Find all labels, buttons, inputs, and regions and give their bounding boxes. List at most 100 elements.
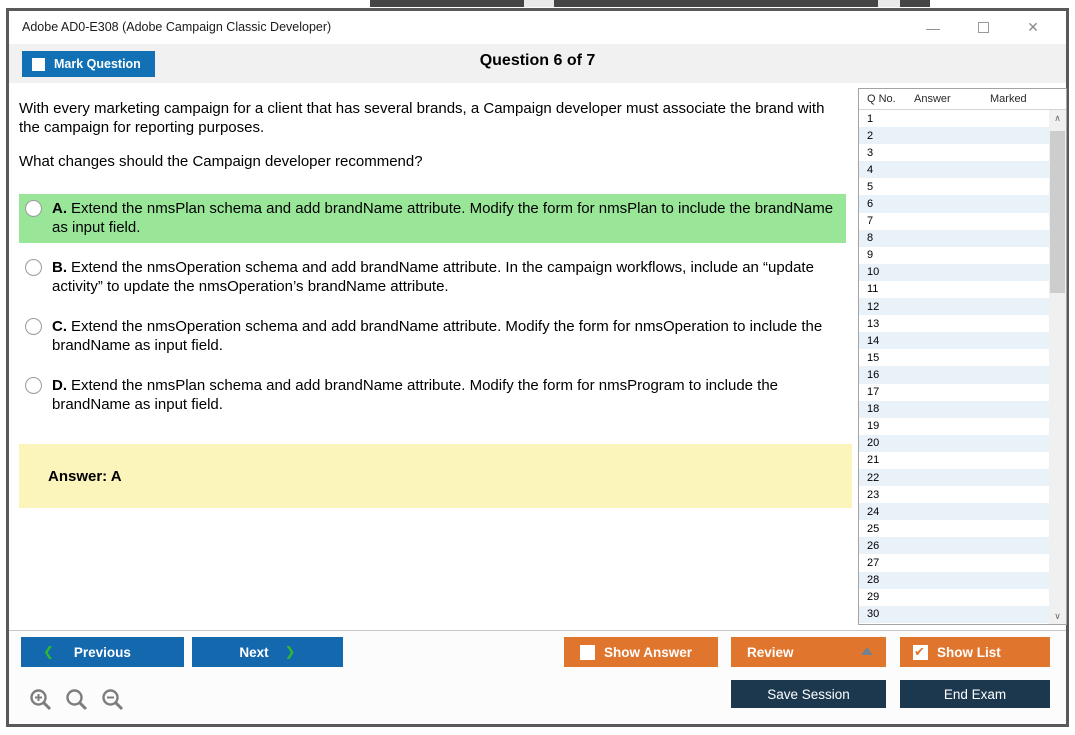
question-number: 15 bbox=[867, 351, 880, 364]
list-item[interactable]: 15 bbox=[859, 349, 1049, 366]
question-list-scrollbar[interactable]: ∧ ∨ bbox=[1049, 110, 1066, 624]
minimize-button[interactable]: — bbox=[908, 15, 958, 41]
list-item[interactable]: 18 bbox=[859, 400, 1049, 418]
zoom-out-icon[interactable] bbox=[100, 687, 126, 713]
list-item[interactable]: 14 bbox=[859, 332, 1049, 350]
question-number: 17 bbox=[867, 386, 880, 399]
scrollbar-thumb[interactable] bbox=[1050, 131, 1065, 293]
scroll-up-icon[interactable]: ∧ bbox=[1049, 110, 1066, 126]
question-number: 12 bbox=[867, 300, 880, 313]
list-item[interactable]: 10 bbox=[859, 263, 1049, 281]
question-number: 27 bbox=[867, 556, 880, 569]
list-item[interactable]: 4 bbox=[859, 161, 1049, 179]
list-item[interactable]: 17 bbox=[859, 384, 1049, 401]
show-list-checkbox-checked[interactable] bbox=[913, 644, 928, 660]
option-c-text: C. Extend the nmsOperation schema and add… bbox=[52, 317, 840, 355]
zoom-in-icon[interactable] bbox=[28, 687, 54, 713]
question-number: 16 bbox=[867, 368, 880, 381]
next-label: Next bbox=[239, 644, 269, 660]
question-number: 23 bbox=[867, 488, 880, 501]
list-item[interactable]: 19 bbox=[859, 418, 1049, 435]
question-list-header: Q No. Answer Marked bbox=[859, 89, 1066, 110]
radio-button-c[interactable] bbox=[25, 318, 42, 335]
question-area: With every marketing campaign for a clie… bbox=[9, 83, 858, 630]
option-a[interactable]: A. Extend the nmsPlan schema and add bran… bbox=[19, 194, 846, 243]
list-item[interactable]: 5 bbox=[859, 178, 1049, 195]
save-session-button[interactable]: Save Session bbox=[731, 680, 886, 708]
header-q-no: Q No. bbox=[867, 93, 896, 105]
zoom-reset-icon[interactable] bbox=[64, 687, 90, 713]
background-window-gap bbox=[524, 0, 554, 7]
background-window-edge bbox=[370, 0, 930, 7]
option-a-letter: A. bbox=[52, 200, 67, 217]
list-item[interactable]: 29 bbox=[859, 589, 1049, 606]
list-item[interactable]: 22 bbox=[859, 468, 1049, 487]
question-number: 14 bbox=[867, 334, 880, 347]
radio-button-d[interactable] bbox=[25, 377, 42, 394]
chevron-left-icon: ❮ bbox=[43, 644, 54, 659]
radio-button-b[interactable] bbox=[25, 259, 42, 276]
show-answer-button[interactable]: Show Answer bbox=[564, 637, 718, 667]
list-item[interactable]: 6 bbox=[859, 195, 1049, 213]
save-session-label: Save Session bbox=[767, 686, 850, 702]
close-button[interactable]: ✕ bbox=[1008, 15, 1058, 41]
list-item[interactable]: 12 bbox=[859, 298, 1049, 316]
option-b-body: Extend the nmsOperation schema and add b… bbox=[52, 259, 814, 295]
scroll-down-icon[interactable]: ∨ bbox=[1049, 608, 1066, 624]
window-title: Adobe AD0-E308 (Adobe Campaign Classic D… bbox=[22, 20, 332, 34]
footer: ❮ Previous Next ❯ Show Answer Review Sho… bbox=[9, 630, 1066, 724]
list-item[interactable]: 8 bbox=[859, 229, 1049, 247]
question-number: 18 bbox=[867, 403, 880, 416]
list-item[interactable]: 25 bbox=[859, 520, 1049, 537]
question-number: 4 bbox=[867, 163, 874, 176]
list-item[interactable]: 16 bbox=[859, 366, 1049, 384]
list-item[interactable]: 3 bbox=[859, 144, 1049, 161]
question-number: 11 bbox=[867, 283, 879, 296]
option-c[interactable]: C. Extend the nmsOperation schema and add… bbox=[19, 312, 846, 361]
list-item[interactable]: 2 bbox=[859, 127, 1049, 145]
answer-label: Answer: A bbox=[48, 467, 122, 485]
option-b[interactable]: B. Extend the nmsOperation schema and add… bbox=[19, 253, 846, 302]
list-item[interactable]: 21 bbox=[859, 452, 1049, 469]
question-number: 30 bbox=[867, 608, 880, 621]
previous-label: Previous bbox=[73, 644, 131, 660]
show-answer-label: Show Answer bbox=[604, 644, 693, 660]
previous-button[interactable]: ❮ Previous bbox=[21, 637, 184, 667]
end-exam-button[interactable]: End Exam bbox=[900, 680, 1050, 708]
list-item[interactable]: 24 bbox=[859, 503, 1049, 521]
option-d-letter: D. bbox=[52, 377, 67, 394]
list-item[interactable]: 30 bbox=[859, 605, 1049, 623]
maximize-button[interactable] bbox=[958, 15, 1008, 41]
list-item[interactable]: 13 bbox=[859, 315, 1049, 332]
option-d[interactable]: D. Extend the nmsPlan schema and add bran… bbox=[19, 371, 846, 420]
question-number: 9 bbox=[867, 249, 874, 262]
list-item[interactable]: 23 bbox=[859, 486, 1049, 503]
list-item[interactable]: 27 bbox=[859, 554, 1049, 571]
answer-box: Answer: A bbox=[19, 444, 852, 508]
maximize-icon bbox=[977, 22, 989, 33]
option-a-text: A. Extend the nmsPlan schema and add bran… bbox=[52, 199, 840, 237]
title-bar[interactable]: Adobe AD0-E308 (Adobe Campaign Classic D… bbox=[9, 11, 1066, 44]
list-item[interactable]: 26 bbox=[859, 537, 1049, 555]
option-b-text: B. Extend the nmsOperation schema and add… bbox=[52, 258, 840, 296]
next-button[interactable]: Next ❯ bbox=[192, 637, 343, 667]
question-counter: Question 6 of 7 bbox=[479, 52, 596, 69]
list-item[interactable]: 1 bbox=[859, 110, 1049, 127]
show-list-button[interactable]: Show List bbox=[900, 637, 1050, 667]
review-dropdown[interactable]: Review bbox=[731, 637, 886, 667]
window-controls: — ✕ bbox=[908, 11, 1058, 44]
radio-button-a[interactable] bbox=[25, 200, 42, 217]
question-number: 28 bbox=[867, 574, 880, 587]
list-item[interactable]: 7 bbox=[859, 213, 1049, 230]
question-number: 6 bbox=[867, 198, 874, 211]
list-item[interactable]: 11 bbox=[859, 281, 1049, 298]
list-item[interactable]: 20 bbox=[859, 434, 1049, 452]
show-answer-checkbox[interactable] bbox=[580, 644, 595, 660]
question-number: 20 bbox=[867, 437, 880, 450]
close-icon: ✕ bbox=[1027, 19, 1039, 35]
question-number: 3 bbox=[867, 146, 874, 159]
list-item[interactable]: 9 bbox=[859, 247, 1049, 264]
question-number: 8 bbox=[867, 232, 874, 245]
list-item[interactable]: 28 bbox=[859, 571, 1049, 589]
background-window-gap bbox=[878, 0, 900, 7]
